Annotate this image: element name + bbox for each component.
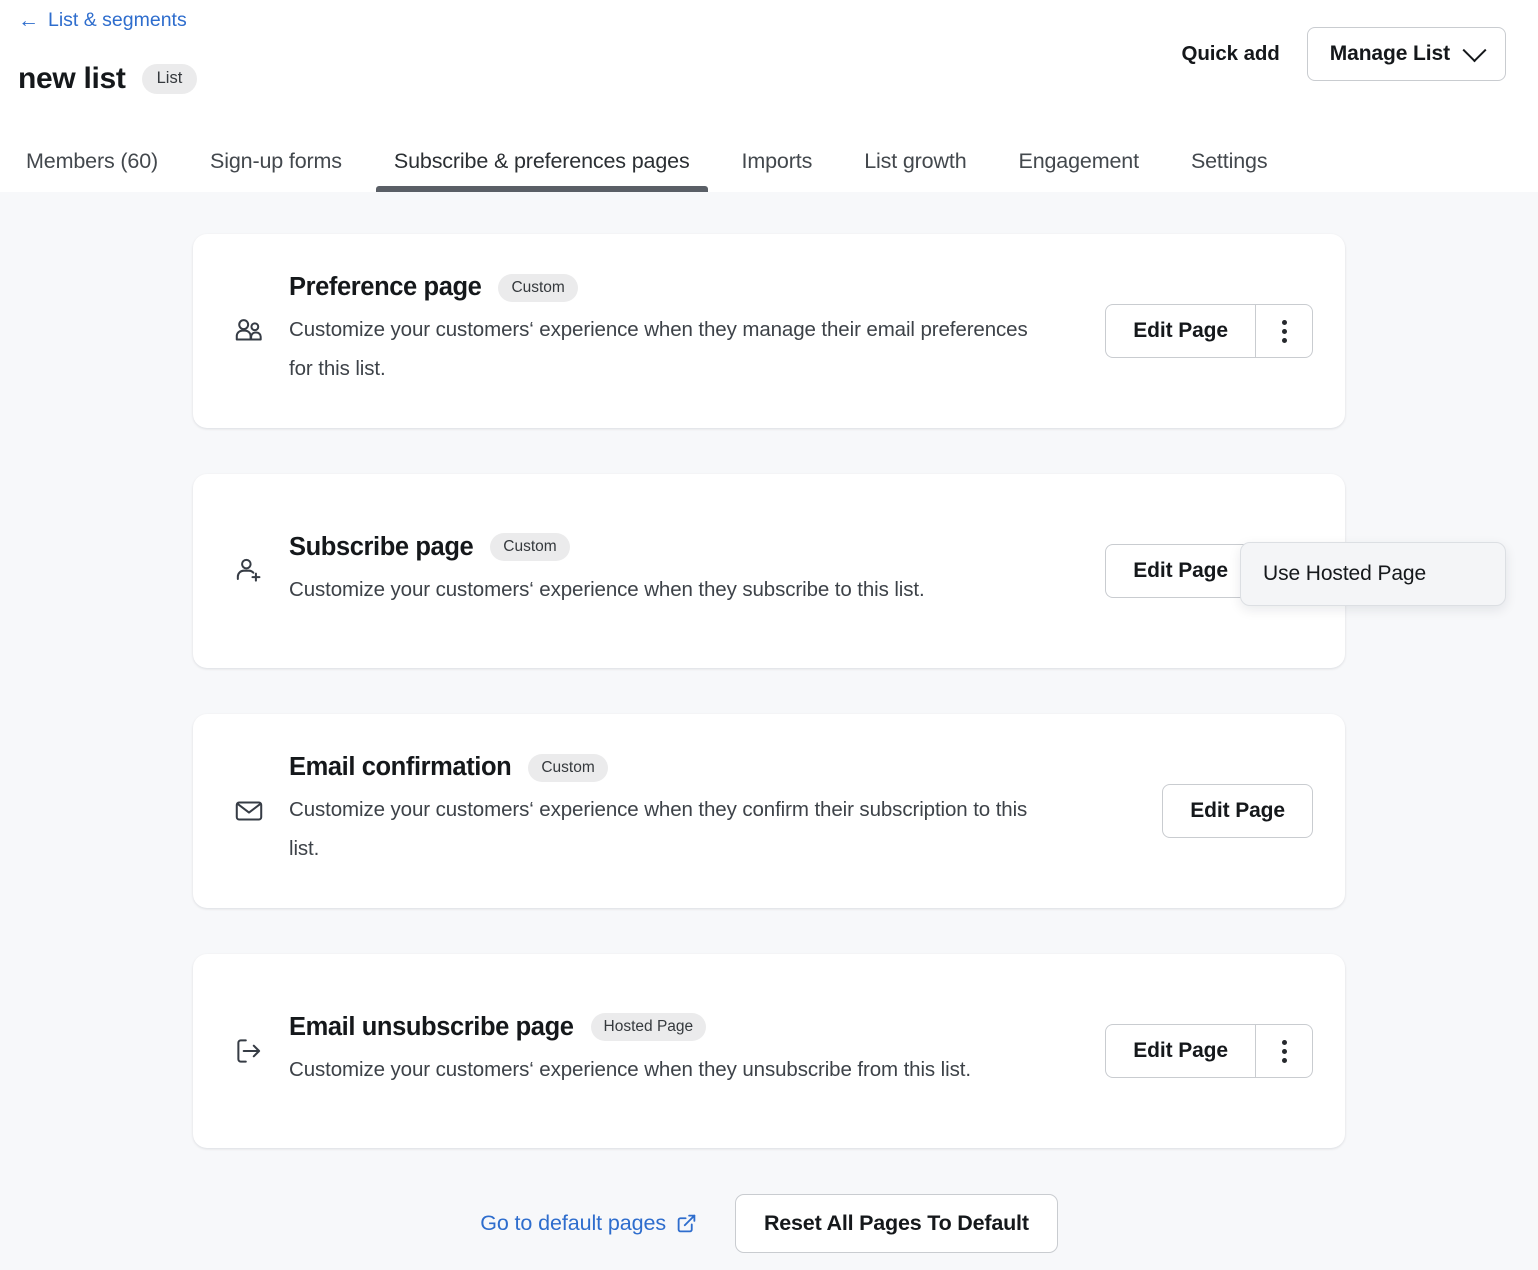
edit-button-group: Edit Page [1105,304,1313,358]
page-header: ← List & segments new list List Quick ad… [0,0,1538,192]
envelope-icon [227,794,271,828]
card-overflow-menu-button[interactable] [1255,1024,1313,1078]
page-card: Email confirmation Custom Customize your c… [193,714,1345,908]
tab-list-growth[interactable]: List growth [838,149,992,192]
card-actions: Edit Page [1162,784,1313,838]
tab-engagement[interactable]: Engagement [993,149,1165,192]
edit-page-button[interactable]: Edit Page [1105,304,1255,358]
two-users-icon [227,314,271,348]
main-content: Preference page Custom Customize your cust… [0,192,1538,1270]
external-link-icon [676,1213,697,1234]
card-header: Email unsubscribe page Hosted Page [289,1013,1081,1042]
title-row: new list List [18,62,197,96]
edit-button-group: Edit Page [1162,784,1313,838]
card-title: Email confirmation [289,753,511,782]
card-header: Subscribe page Custom [289,533,1081,562]
edit-page-button[interactable]: Edit Page [1105,544,1255,598]
tab-sign-up-forms[interactable]: Sign-up forms [184,149,368,192]
card-description: Customize your customers‘ experience whe… [289,1051,1029,1090]
arrow-left-icon: ← [18,10,39,31]
list-type-badge: List [142,64,198,94]
edit-button-group: Edit Page [1105,1024,1313,1078]
tab-members-60[interactable]: Members (60) [18,149,184,192]
go-to-default-pages-link[interactable]: Go to default pages [480,1211,697,1236]
pages-card-list: Preference page Custom Customize your cust… [0,192,1538,1148]
card-body: Subscribe page Custom Customize your custo… [289,533,1081,610]
status-badge: Custom [490,533,569,562]
manage-list-button[interactable]: Manage List [1307,27,1506,81]
card-actions: Edit Page [1105,304,1313,358]
card-description: Customize your customers‘ experience whe… [289,571,1029,610]
status-badge: Custom [498,274,577,303]
use-hosted-page-dropdown: Use Hosted Page [1240,542,1506,606]
card-body: Preference page Custom Customize your cust… [289,273,1081,388]
tab-settings[interactable]: Settings [1165,149,1294,192]
header-actions: Quick add Manage List [1182,27,1506,81]
sign-out-icon [227,1034,271,1068]
card-actions: Edit Page [1105,1024,1313,1078]
card-title: Subscribe page [289,533,473,562]
card-body: Email unsubscribe page Hosted Page Customi… [289,1013,1081,1090]
chevron-down-icon [1462,38,1486,62]
quick-add-button[interactable]: Quick add [1182,42,1280,66]
card-title: Email unsubscribe page [289,1013,574,1042]
go-to-default-pages-label: Go to default pages [480,1211,666,1236]
status-badge: Hosted Page [591,1013,707,1042]
tab-subscribe-preferences-pages[interactable]: Subscribe & preferences pages [368,149,716,192]
tab-imports[interactable]: Imports [716,149,839,192]
footer-actions: Go to default pages Reset All Pages To D… [0,1194,1538,1253]
kebab-menu-icon [1282,320,1287,343]
breadcrumb-list-and-segments[interactable]: ← List & segments [18,10,187,31]
card-description: Customize your customers‘ experience whe… [289,311,1029,388]
page-card: Subscribe page Custom Customize your custo… [193,474,1345,668]
manage-list-label: Manage List [1330,42,1450,66]
page-card: Email unsubscribe page Hosted Page Customi… [193,954,1345,1148]
card-description: Customize your customers‘ experience whe… [289,791,1029,868]
user-plus-icon [227,554,271,588]
card-overflow-menu-button[interactable] [1255,304,1313,358]
menu-item-use-hosted-page[interactable]: Use Hosted Page [1263,562,1483,586]
card-title: Preference page [289,273,481,302]
card-header: Preference page Custom [289,273,1081,302]
tab-bar: Members (60)Sign-up formsSubscribe & pre… [18,149,1538,192]
reset-all-pages-button[interactable]: Reset All Pages To Default [735,1194,1058,1253]
kebab-menu-icon [1282,1040,1287,1063]
breadcrumb-label: List & segments [48,11,187,31]
status-badge: Custom [528,754,607,783]
page-title: new list [18,62,126,96]
card-header: Email confirmation Custom [289,753,1138,782]
edit-page-button[interactable]: Edit Page [1105,1024,1255,1078]
card-body: Email confirmation Custom Customize your c… [289,753,1138,868]
edit-page-button[interactable]: Edit Page [1162,784,1313,838]
page-card: Preference page Custom Customize your cust… [193,234,1345,428]
